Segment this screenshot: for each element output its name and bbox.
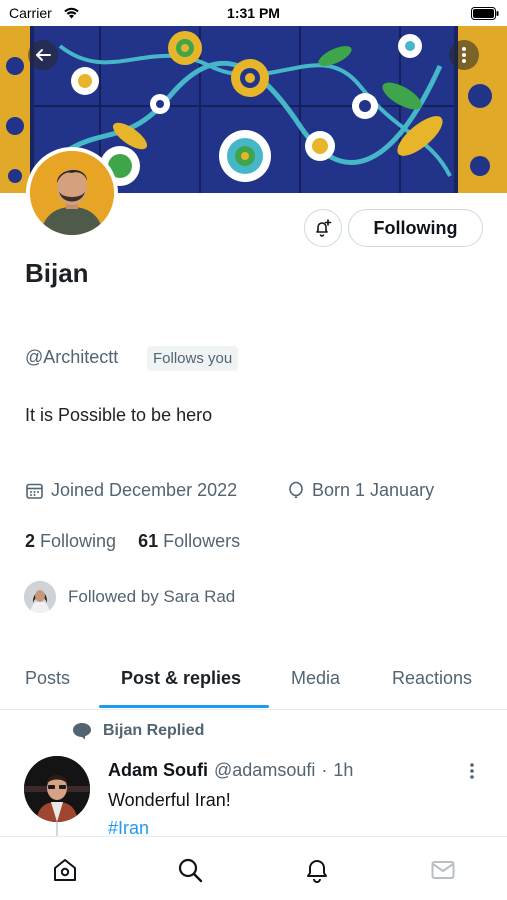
post-author-name[interactable]: Adam Soufi [108, 760, 208, 781]
birth-date: Born 1 January [287, 480, 434, 501]
followers-count-link[interactable]: 61 Followers [138, 531, 240, 552]
post-author-avatar-image [24, 756, 90, 822]
follower-avatar-image [24, 581, 56, 613]
active-tab-indicator [99, 705, 269, 708]
follow-stats: 2 Following 61 Followers [25, 531, 240, 552]
followers-label: Followers [163, 531, 241, 551]
user-handle: @Architectt [25, 347, 119, 367]
tab-media[interactable]: Media [291, 668, 340, 689]
profile-tabs: Posts Post & replies Media Reactions [0, 650, 507, 710]
profile-avatar[interactable] [26, 147, 118, 239]
tab-post-replies[interactable]: Post & replies [121, 668, 241, 689]
nav-search-button[interactable] [176, 856, 204, 884]
following-count-link[interactable]: 2 Following [25, 531, 116, 552]
more-options-button[interactable] [449, 40, 479, 70]
bell-plus-icon [316, 219, 332, 237]
mail-icon [431, 861, 455, 879]
status-bar: Carrier 1:31 PM [0, 0, 507, 26]
joined-date: Joined December 2022 [25, 480, 237, 501]
born-text: Born 1 January [312, 480, 435, 500]
nav-messages-button[interactable] [429, 856, 457, 884]
post-header: Adam Soufi @adamsoufi · 1h [108, 760, 353, 781]
post-text: Wonderful Iran! [108, 790, 231, 810]
follower-avatar [24, 581, 56, 613]
tab-posts[interactable]: Posts [25, 668, 70, 689]
notify-bell-button[interactable] [304, 209, 342, 247]
status-time: 1:31 PM [227, 5, 280, 21]
nav-home-button[interactable] [51, 856, 79, 884]
post-author-handle[interactable]: @adamsoufi [214, 760, 315, 781]
nav-notifications-button[interactable] [303, 856, 331, 884]
following-count: 2 [25, 531, 36, 551]
followers-count: 61 [138, 531, 159, 551]
calendar-icon [26, 483, 43, 499]
following-button[interactable]: Following [348, 209, 483, 247]
reply-context: Bijan Replied [72, 722, 204, 740]
followed-by-row[interactable]: Followed by Sara Rad [24, 581, 235, 613]
home-icon [54, 859, 76, 881]
avatar-image [30, 151, 114, 235]
follows-you-badge: Follows you [147, 346, 239, 371]
joined-text: Joined December 2022 [51, 480, 238, 500]
speech-bubble-icon [73, 723, 91, 740]
followed-by-text: Followed by Sara Rad [68, 587, 236, 606]
more-vertical-icon [462, 47, 466, 63]
balloon-icon [289, 481, 303, 498]
battery-icon [471, 7, 499, 20]
arrow-left-icon [36, 49, 51, 61]
post-more-button[interactable] [468, 762, 476, 785]
tab-reactions[interactable]: Reactions [392, 668, 472, 689]
search-icon [178, 858, 203, 883]
profile-bio: It is Possible to be hero [25, 405, 213, 425]
post-separator-dot: · [321, 760, 328, 780]
following-label: Following [40, 531, 117, 551]
reply-context-name: Bijan [103, 722, 143, 739]
more-vertical-icon [470, 763, 474, 779]
reply-context-action: Replied [146, 722, 205, 739]
back-button[interactable] [28, 40, 58, 70]
post-author-avatar[interactable] [24, 756, 90, 822]
display-name: Bijan [25, 258, 89, 288]
bell-icon [307, 860, 327, 883]
post-time: 1h [333, 760, 354, 780]
bottom-navigation [0, 836, 507, 900]
